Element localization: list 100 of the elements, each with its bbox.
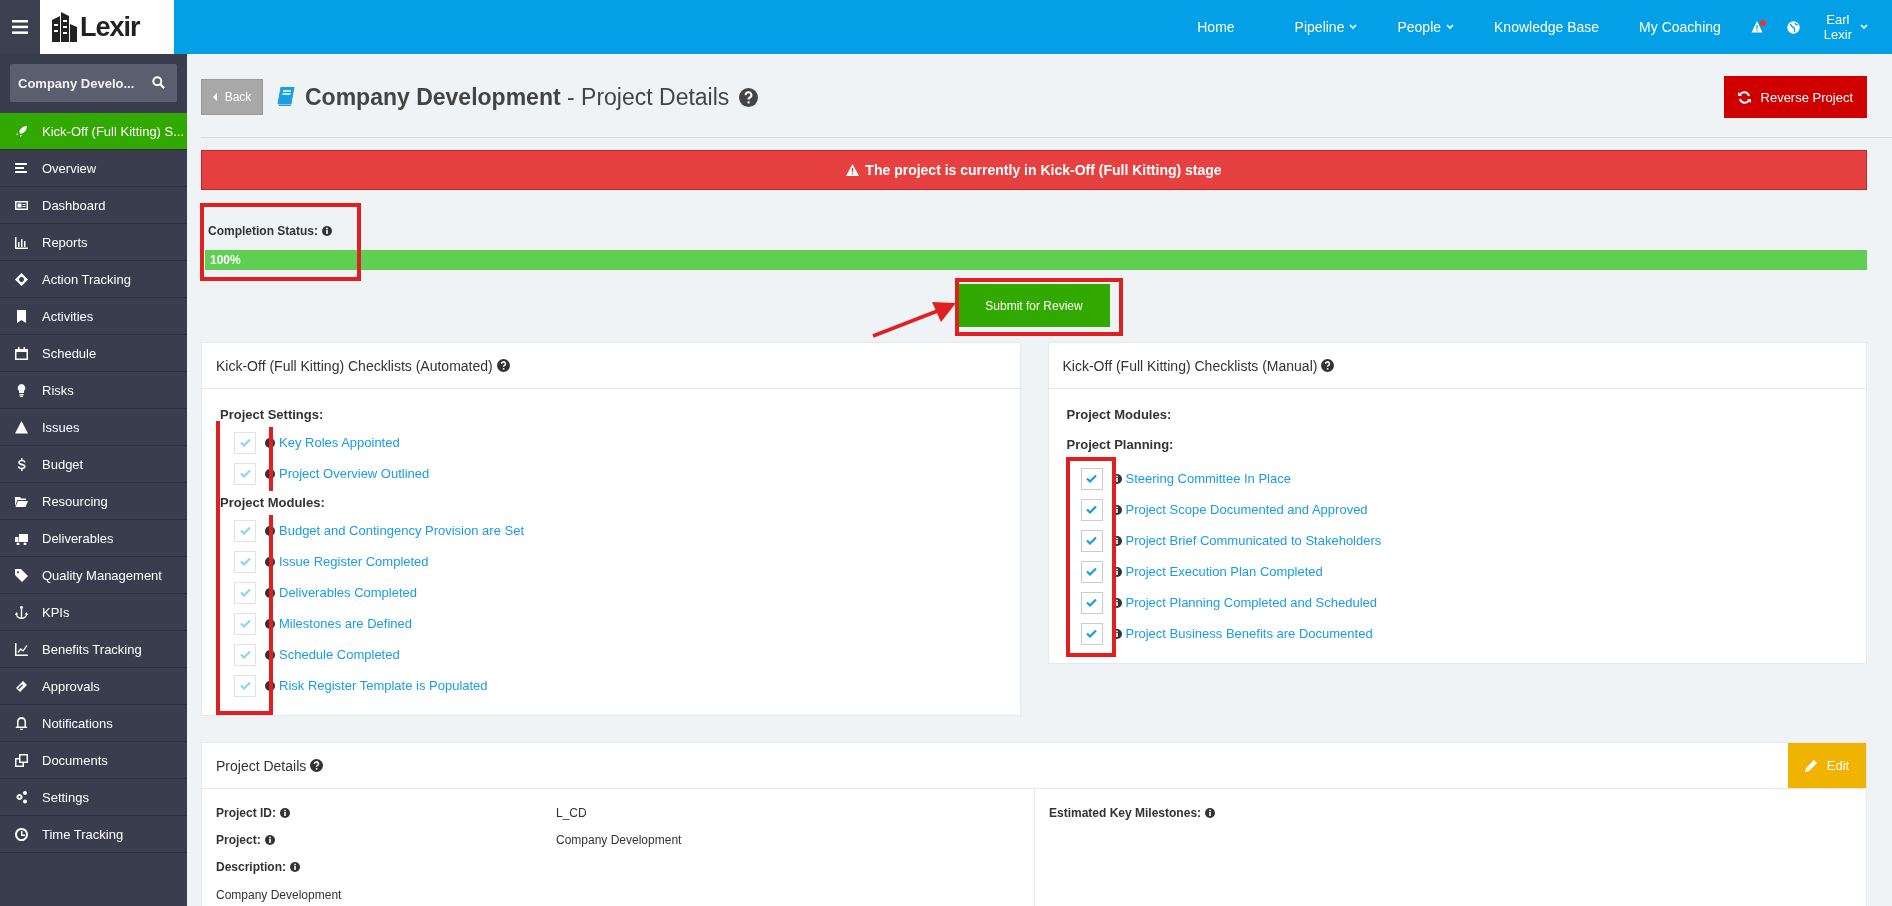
nav-link[interactable]: My Coaching [1619,19,1741,35]
check-icon [239,438,251,447]
sidebar-item[interactable]: Budget [0,446,187,483]
check-icon [239,469,251,478]
checkbox[interactable] [1080,591,1103,614]
sidebar-item[interactable]: Approvals [0,668,187,705]
check-icon [1086,536,1097,545]
info-icon[interactable] [290,861,300,872]
checkbox[interactable] [1080,498,1103,521]
help-icon[interactable] [1321,359,1335,372]
crosshair-icon [15,272,28,286]
help-icon[interactable] [496,359,510,372]
help-icon[interactable] [739,87,759,107]
checklist-link[interactable]: Project Planning Completed and Scheduled [1125,595,1377,610]
check-icon [1086,505,1097,514]
pencil-icon [1804,759,1817,772]
sidebar-item[interactable]: Risks [0,372,187,409]
ticket-icon [15,679,28,693]
caret-icon [1860,24,1868,30]
edit-button[interactable]: Edit [1788,743,1866,788]
sidebar-item[interactable]: Documents [0,742,187,779]
nav-link[interactable]: Knowledge Base [1474,19,1620,35]
card-title: Kick-Off (Full Kitting) Checklists (Manual) [1062,357,1318,374]
sidebar-item[interactable]: Quality Management [0,557,187,594]
nav-link[interactable]: Home [1177,19,1275,35]
field-label: Estimated Key Milestones: [1049,805,1202,820]
checklist-link[interactable]: Project Business Benefits are Documented [1125,626,1373,641]
help-icon[interactable] [310,759,324,772]
field-value: Company Development [556,832,682,847]
sidebar-item[interactable]: Time Tracking [0,816,187,853]
sidebar-item[interactable]: Notifications [0,705,187,742]
card-title: Project Details [216,757,307,774]
checklist-link[interactable]: Project Brief Communicated to Stakeholders [1125,533,1382,548]
user-menu[interactable]: Earl Lexir [1809,12,1892,42]
sidebar-item[interactable]: Resourcing [0,483,187,520]
checkbox[interactable] [1080,622,1103,645]
sidebar-item[interactable]: Reports [0,224,187,261]
bar-chart-icon [15,235,28,249]
sidebar-item[interactable]: Issues [0,409,187,446]
truck-icon [15,531,28,545]
check-icon [1086,629,1097,638]
section-heading: Project Modules: [220,491,325,515]
nav-link[interactable]: People [1377,19,1475,35]
rocket-icon [15,124,28,138]
checklist-link[interactable]: Project Execution Plan Completed [1125,564,1323,579]
bell-icon [15,716,28,730]
check-icon [1086,567,1097,576]
logo-text: Lexir [80,11,140,43]
documents-icon [15,753,28,767]
clock-icon [15,827,28,841]
sidebar-item[interactable]: Deliverables [0,520,187,557]
menu-icon[interactable] [0,0,40,54]
description-text: Company Development [216,888,343,902]
sidebar-item[interactable]: Activities [0,298,187,335]
checkbox[interactable] [1080,560,1103,583]
check-icon [1086,598,1097,607]
folder-icon [15,494,28,508]
page-title: Company Development - Project Details [305,83,730,111]
sidebar-item[interactable]: Action Tracking [0,261,187,298]
checklist-link[interactable]: Steering Committee In Place [1125,471,1291,486]
refresh-icon [1737,90,1751,104]
checklist-link[interactable]: Project Scope Documented and Approved [1125,502,1368,517]
sidebar-item[interactable]: Benefits Tracking [0,631,187,668]
caret-icon [1349,24,1358,30]
sidebar-item[interactable]: Overview [0,150,187,187]
sidebar-item[interactable]: Settings [0,779,187,816]
nav-link[interactable]: Pipeline [1274,19,1378,35]
warning-icon [846,164,860,176]
info-icon[interactable] [1205,807,1216,818]
check-icon [239,650,251,659]
check-icon [239,619,251,628]
logo[interactable]: Lexir [40,0,174,54]
info-icon[interactable] [264,834,275,845]
id-card-icon [15,198,28,212]
search-field[interactable]: Company Develo... [10,64,177,102]
check-icon [1086,474,1097,483]
sidebar-item[interactable]: Kick-Off (Full Kitting) S... [0,113,187,150]
line-chart-icon [15,642,28,656]
info-icon[interactable] [280,807,290,818]
field-label: Project ID: [216,805,276,820]
info-icon[interactable] [322,226,332,236]
back-button[interactable]: Back [201,79,263,115]
lightbulb-icon [15,383,28,397]
check-icon [239,588,251,597]
sidebar-item[interactable]: KPIs [0,594,187,631]
field-label: Project: [216,832,261,847]
field-value: L_CD [556,805,587,820]
reverse-project-button[interactable]: Reverse Project [1723,76,1867,118]
check-icon [239,526,251,535]
dollar-icon [15,457,28,471]
book-icon [277,87,295,107]
search-icon[interactable] [152,76,165,89]
field-label: Description: [216,859,286,874]
sidebar-item[interactable]: Dashboard [0,187,187,224]
progress-bar: 100% [205,250,1867,270]
checkbox[interactable] [1080,529,1103,552]
submit-for-review-button[interactable]: Submit for Review [958,284,1110,327]
checkbox[interactable] [1080,467,1103,490]
sidebar-item[interactable]: Schedule [0,335,187,372]
anchor-icon [15,605,28,619]
